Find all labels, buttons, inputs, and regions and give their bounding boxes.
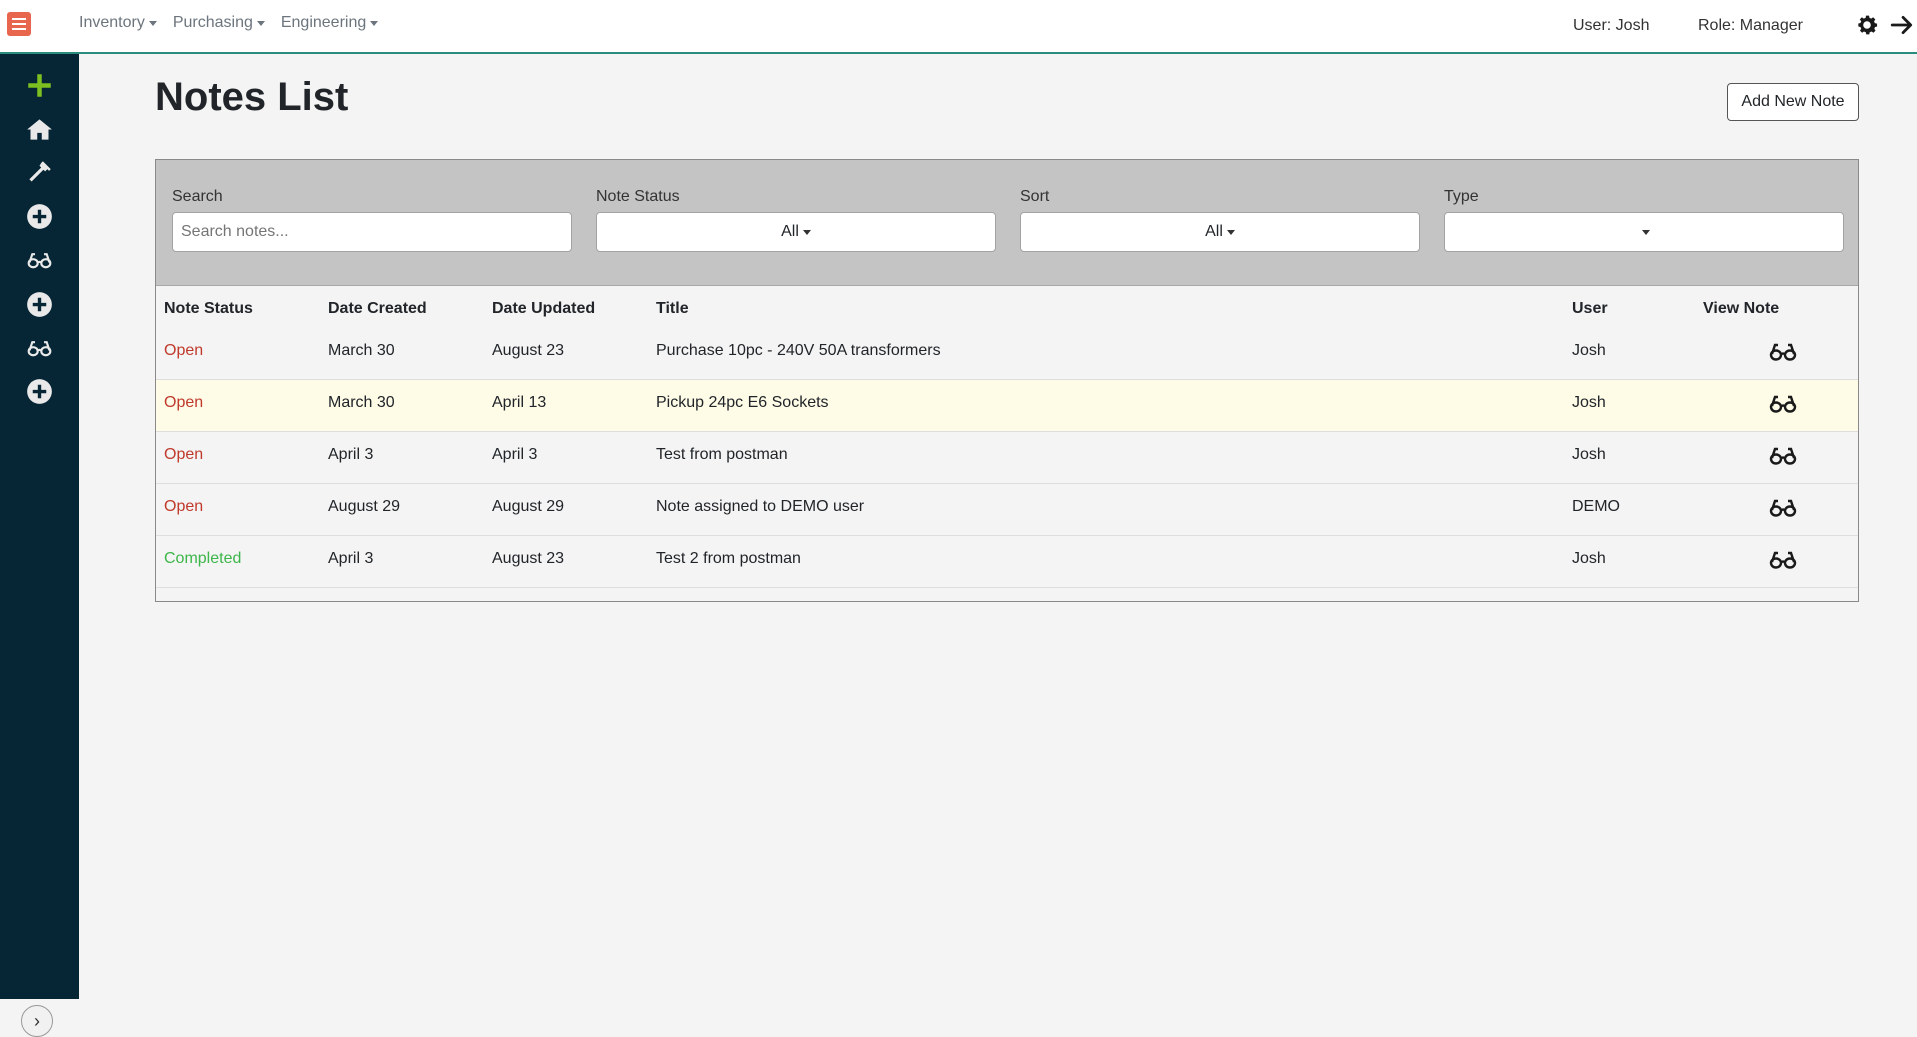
column-header: Title <box>656 300 689 317</box>
note-user: DEMO <box>1572 498 1620 515</box>
date-updated: August 23 <box>492 342 565 359</box>
add-new-note-button[interactable]: Add New Note <box>1727 83 1859 121</box>
status-select[interactable]: All <box>596 212 996 252</box>
note-status: Open <box>164 498 204 515</box>
status-label: Note Status <box>596 188 680 205</box>
nav-purchasing-dropdown[interactable]: Purchasing <box>173 14 265 32</box>
search-label: Search <box>172 188 223 205</box>
note-title: Test from postman <box>656 446 788 463</box>
glasses-icon[interactable] <box>1768 392 1798 416</box>
arrow-right-icon[interactable] <box>1889 12 1915 38</box>
sidebar: › <box>0 54 79 1037</box>
date-created: August 29 <box>328 498 401 515</box>
table-header: Note Status Date Created Date Updated Ti… <box>156 286 1858 328</box>
caret-down-icon <box>370 20 379 26</box>
notes-table: Note Status Date Created Date Updated Ti… <box>156 286 1858 588</box>
table-row: Completed April 3 August 23 Test 2 from … <box>156 536 1858 588</box>
note-status: Open <box>164 342 204 359</box>
note-status: Completed <box>164 550 242 567</box>
nav-inventory-dropdown[interactable]: Inventory <box>79 14 157 32</box>
glasses-icon[interactable] <box>1768 548 1798 572</box>
hamburger-icon[interactable] <box>7 12 31 36</box>
caret-down-icon <box>1226 229 1235 235</box>
search-filter: Search <box>172 188 572 252</box>
caret-down-icon <box>802 229 811 235</box>
nav-menu: Inventory Purchasing Engineering <box>79 14 394 32</box>
table-row: Open March 30 April 13 Pickup 24pc E6 So… <box>156 380 1858 432</box>
user-label: User: Josh <box>1573 17 1650 34</box>
caret-down-icon <box>148 20 157 26</box>
plus-circle-icon[interactable] <box>26 203 53 230</box>
role-label: Role: Manager <box>1698 17 1803 34</box>
status-filter: Note Status All <box>596 188 996 252</box>
top-navbar: Inventory Purchasing Engineering User: J… <box>0 0 1917 54</box>
column-header: View Note <box>1703 300 1780 317</box>
note-title: Pickup 24pc E6 Sockets <box>656 394 829 411</box>
sidebar-expand-button[interactable]: › <box>21 1005 53 1037</box>
type-filter: Type <box>1444 188 1844 252</box>
column-header: Note Status <box>164 300 253 317</box>
date-updated: April 3 <box>492 446 538 463</box>
note-title: Note assigned to DEMO user <box>656 498 865 515</box>
date-updated: August 23 <box>492 550 565 567</box>
caret-down-icon <box>256 20 265 26</box>
gear-icon[interactable] <box>1854 12 1880 38</box>
filter-bar: Search Note Status All Sort All Type <box>156 160 1858 286</box>
table-row: Open August 29 August 29 Note assigned t… <box>156 484 1858 536</box>
sort-label: Sort <box>1020 188 1050 205</box>
sort-select[interactable]: All <box>1020 212 1420 252</box>
search-input[interactable] <box>172 212 572 252</box>
note-user: Josh <box>1572 342 1606 359</box>
note-title: Purchase 10pc - 240V 50A transformers <box>656 342 941 359</box>
plus-circle-icon[interactable] <box>26 291 53 318</box>
caret-down-icon <box>1642 229 1650 235</box>
home-icon[interactable] <box>26 116 53 143</box>
note-title: Test 2 from postman <box>656 550 801 567</box>
glasses-icon[interactable] <box>1768 444 1798 468</box>
date-created: April 3 <box>328 446 374 463</box>
note-status: Open <box>164 446 204 463</box>
glasses-icon[interactable] <box>26 335 53 362</box>
glasses-icon[interactable] <box>1768 496 1798 520</box>
date-created: April 3 <box>328 550 374 567</box>
plus-circle-icon[interactable] <box>26 378 53 405</box>
table-row: Open April 3 April 3 Test from postman J… <box>156 432 1858 484</box>
type-select[interactable] <box>1444 212 1844 252</box>
page-title: Notes List <box>155 75 349 119</box>
nav-engineering-dropdown[interactable]: Engineering <box>281 14 379 32</box>
glasses-icon[interactable] <box>1768 340 1798 364</box>
date-created: March 30 <box>328 394 395 411</box>
glasses-icon[interactable] <box>26 247 53 274</box>
plus-icon[interactable] <box>26 72 53 99</box>
type-label: Type <box>1444 188 1479 205</box>
column-header: Date Updated <box>492 300 596 317</box>
note-user: Josh <box>1572 394 1606 411</box>
date-updated: April 13 <box>492 394 547 411</box>
date-created: March 30 <box>328 342 395 359</box>
chevron-right-icon: › <box>34 1010 40 1031</box>
note-user: Josh <box>1572 446 1606 463</box>
notes-panel: Search Note Status All Sort All Type Not… <box>155 159 1859 602</box>
column-header: User <box>1572 300 1608 317</box>
sort-filter: Sort All <box>1020 188 1420 252</box>
column-header: Date Created <box>328 300 427 317</box>
table-row: Open March 30 August 23 Purchase 10pc - … <box>156 328 1858 380</box>
hammer-icon[interactable] <box>26 159 53 186</box>
note-status: Open <box>164 394 204 411</box>
note-user: Josh <box>1572 550 1606 567</box>
date-updated: August 29 <box>492 498 565 515</box>
